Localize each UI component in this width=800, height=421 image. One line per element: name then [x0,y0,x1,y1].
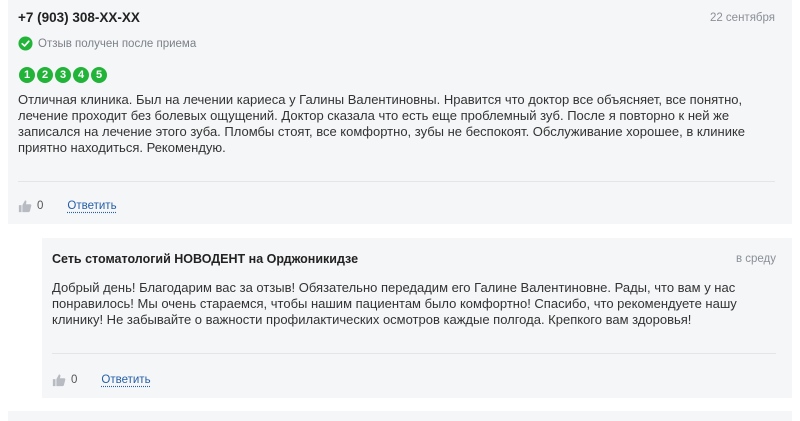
review-text: Отличная клиника. Был на лечении кариеса… [18,92,746,155]
check-circle-icon [18,36,33,51]
answer-actions: 0 Ответить [52,373,151,387]
next-review-card [8,411,792,421]
divider [52,353,776,354]
divider [18,181,775,182]
answer-author: Сеть стоматологий НОВОДЕНТ на Орджоникид… [52,252,359,266]
rating-point-5: 5 [91,67,107,83]
rating-stars: 1 2 3 4 5 [19,67,109,83]
answer-text: Добрый день! Благодарим вас за отзыв! Об… [52,280,737,327]
clinic-answer-card: Сеть стоматологий НОВОДЕНТ на Орджоникид… [42,238,792,398]
verified-badge: Отзыв получен после приема [18,36,196,51]
review-author: +7 (903) 308-XX-XX [18,10,140,25]
review-date: 22 сентября [709,12,775,24]
answer-date: в среду [735,253,776,265]
review-card: +7 (903) 308-XX-XX 22 сентября Отзыв пол… [8,0,792,224]
review-actions: 0 Ответить [18,199,117,213]
thumb-up-icon[interactable] [18,199,32,213]
thumb-up-icon[interactable] [52,373,66,387]
rating-point-2: 2 [37,67,53,83]
reply-link[interactable]: Ответить [101,374,150,386]
like-count: 0 [71,374,78,386]
rating-point-4: 4 [73,67,89,83]
like-count: 0 [37,200,44,212]
rating-point-1: 1 [19,67,35,83]
rating-point-3: 3 [55,67,71,83]
reply-link[interactable]: Ответить [67,200,116,212]
verified-text: Отзыв получен после приема [38,37,197,50]
